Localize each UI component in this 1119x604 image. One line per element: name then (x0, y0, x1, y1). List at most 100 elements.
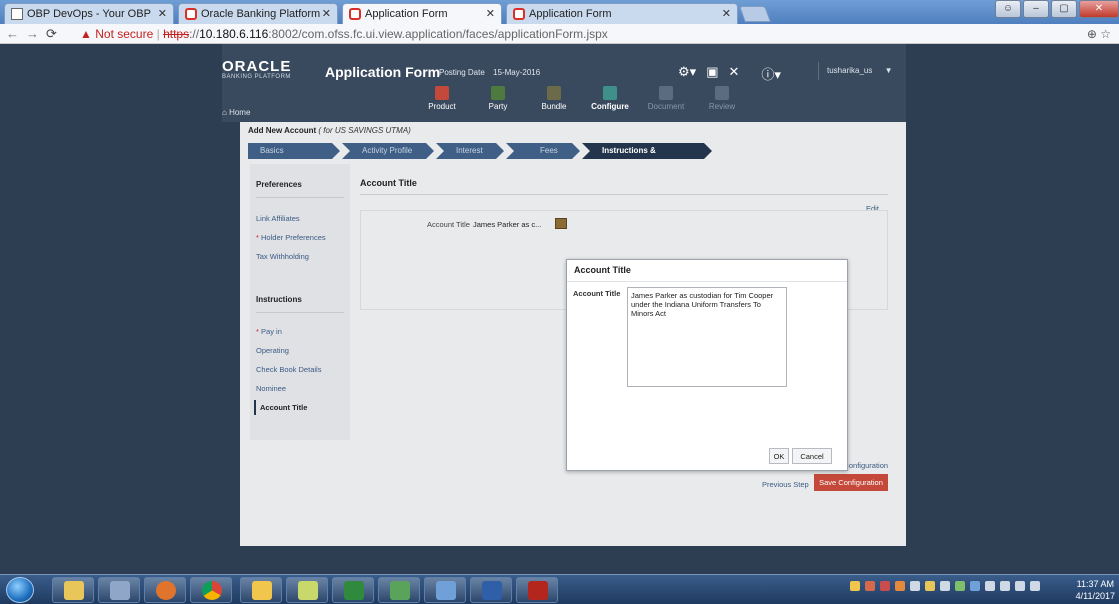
tray-mail-icon[interactable] (850, 581, 860, 591)
media-icon (390, 581, 410, 600)
cancel-button[interactable]: Cancel (792, 448, 832, 464)
zoom-icon[interactable]: ⊕ (1087, 27, 1097, 41)
bookmark-star-icon[interactable]: ☆ (1100, 27, 1111, 41)
nav-check-book-details[interactable]: Check Book Details (256, 365, 321, 374)
wizard-step-activity-profile[interactable]: Activity Profile (342, 143, 434, 159)
wizard-step-basics[interactable]: Basics (248, 143, 340, 159)
nav-tax-withholding[interactable]: Tax Withholding (256, 252, 309, 261)
close-icon[interactable]: ✕ (486, 7, 495, 20)
system-tray (850, 581, 1040, 591)
tray-flag-icon[interactable] (1015, 581, 1025, 591)
tray-location-icon[interactable] (925, 581, 935, 591)
chevron-down-icon: ▼ (884, 66, 893, 75)
tray-app-icon[interactable] (970, 581, 980, 591)
nav-link-affiliates[interactable]: Link Affiliates (256, 214, 300, 223)
account-title-value: James Parker as c... (473, 220, 542, 229)
tray-app-icon[interactable] (955, 581, 965, 591)
wizard-step-instructions-preferences[interactable]: Instructions & Preferences (582, 143, 712, 159)
reload-icon[interactable]: ⟳ (46, 26, 57, 42)
new-tab-button[interactable] (739, 6, 771, 22)
tray-sync-icon[interactable] (895, 581, 905, 591)
posting-date-value: 15-May-2016 (493, 68, 541, 77)
taskbar-app[interactable] (98, 577, 140, 603)
tray-display-icon[interactable] (1000, 581, 1010, 591)
address-actions: ⊕ ☆ (1087, 27, 1111, 41)
browser-tab-application-form[interactable]: Application Form ✕ (506, 3, 738, 24)
step-review[interactable]: Review (702, 86, 742, 111)
address-bar: ← → ⟳ ▲ Not secure | https://10.180.6.11… (0, 24, 1119, 44)
system-clock[interactable]: 11:37 AM 4/11/2017 (1076, 578, 1115, 602)
save-configuration-button[interactable]: Save Configuration (814, 474, 888, 491)
taskbar-acrobat[interactable] (516, 577, 558, 603)
tray-app-icon[interactable] (940, 581, 950, 591)
nav-holder-preferences[interactable]: * Holder Preferences (256, 233, 326, 242)
nav-nominee[interactable]: Nominee (256, 384, 286, 393)
posting-date-label: Posting Date (439, 68, 485, 77)
tray-shield-icon[interactable] (880, 581, 890, 591)
settings-gear-icon[interactable]: ⚙▾ (678, 64, 696, 83)
nav-operating[interactable]: Operating (256, 346, 289, 355)
home-label: Home (229, 108, 251, 117)
nav-account-title[interactable]: Account Title (254, 400, 307, 415)
taskbar-app-2[interactable] (424, 577, 466, 603)
url-separator: :// (189, 27, 200, 41)
close-icon[interactable]: ✕ (722, 7, 731, 20)
info-icon[interactable]: ⓘ▾ (761, 64, 781, 83)
tab-title: OBP DevOps - Your OBP (27, 8, 151, 20)
step-document[interactable]: Document (646, 86, 686, 111)
maximize-button[interactable]: ▢ (1051, 0, 1077, 18)
url-field[interactable]: ▲ Not secure | https://10.180.6.116:8002… (80, 27, 608, 41)
divider (360, 194, 888, 195)
step-configure[interactable]: Configure (590, 86, 630, 111)
taskbar-notes[interactable] (286, 577, 328, 603)
tab-title: Application Form (365, 8, 448, 20)
user-icon[interactable]: ☺ (995, 0, 1021, 18)
nav-pay-in[interactable]: * Pay in (256, 327, 282, 336)
browser-tab-application-form-active[interactable]: Application Form ✕ (342, 3, 502, 24)
account-title-textarea[interactable]: James Parker as custodian for Tim Cooper… (627, 287, 787, 387)
taskbar-excel[interactable] (332, 577, 374, 603)
home-link[interactable]: ⌂ Home (222, 108, 250, 117)
oracle-icon (513, 8, 525, 20)
tray-app-icon[interactable] (865, 581, 875, 591)
taskbar-word[interactable] (470, 577, 512, 603)
step-label: Document (647, 102, 685, 111)
previous-step-link[interactable]: Previous Step (762, 480, 809, 489)
instructions-heading: Instructions (256, 295, 302, 304)
tray-bluetooth-icon[interactable] (985, 581, 995, 591)
edit-pencil-icon[interactable] (555, 218, 567, 229)
page-title: Application Form (325, 64, 441, 80)
wizard-step-interest[interactable]: Interest (436, 143, 504, 159)
user-menu[interactable]: tusharika_us ▼ (818, 62, 898, 80)
browser-tab-oracle-banking[interactable]: Oracle Banking Platform ✕ (178, 3, 338, 24)
tray-volume-icon[interactable] (1030, 581, 1040, 591)
close-form-icon[interactable]: ✕ (728, 64, 739, 83)
taskbar-firefox[interactable] (144, 577, 186, 603)
minimize-button[interactable]: – (1023, 0, 1049, 18)
close-icon[interactable]: ✕ (322, 7, 331, 20)
taskbar-explorer[interactable] (52, 577, 94, 603)
taskbar-outlook[interactable] (240, 577, 282, 603)
nav-label: Pay in (261, 327, 282, 336)
forward-icon[interactable]: → (26, 26, 39, 41)
start-button[interactable] (6, 577, 34, 603)
tray-network-icon[interactable] (910, 581, 920, 591)
save-icon[interactable]: ▣ (706, 64, 718, 83)
close-icon[interactable]: ✕ (158, 7, 167, 20)
ok-button[interactable]: OK (769, 448, 789, 464)
step-party[interactable]: Party (478, 86, 518, 111)
step-product[interactable]: Product (422, 86, 462, 111)
taskbar-chrome[interactable] (190, 577, 232, 603)
close-window-button[interactable]: ✕ (1079, 0, 1119, 18)
pdf-icon (528, 581, 548, 600)
browser-tab-obp-devops[interactable]: OBP DevOps - Your OBP ✕ (4, 3, 174, 24)
step-bundle[interactable]: Bundle (534, 86, 574, 111)
wizard-step-fees[interactable]: Fees (506, 143, 580, 159)
back-icon[interactable]: ← (6, 26, 19, 41)
app-icon (110, 581, 130, 600)
section-title: Account Title (360, 178, 417, 188)
word-icon (482, 581, 502, 600)
logo-subtitle: BANKING PLATFORM (222, 74, 291, 80)
step-label: Review (708, 102, 736, 111)
taskbar-project[interactable] (378, 577, 420, 603)
